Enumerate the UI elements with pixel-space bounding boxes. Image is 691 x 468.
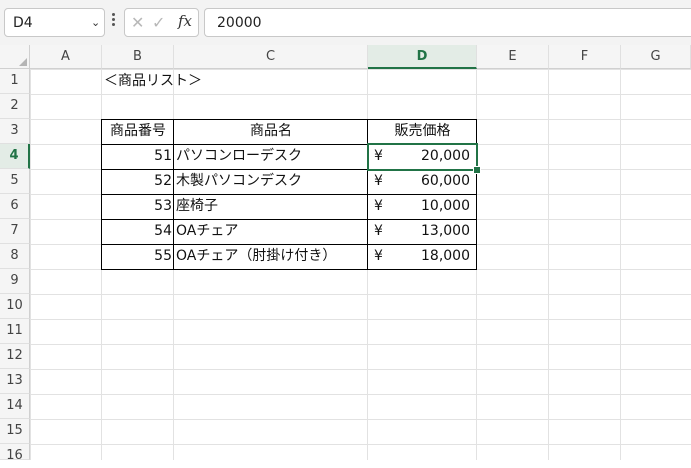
cell-price[interactable]: 10,000 — [380, 194, 470, 219]
column-header-g[interactable]: G — [621, 45, 691, 69]
formula-bar: D4 ⌄ ✕ ✓ fx 20000 — [0, 0, 691, 46]
row-header-16[interactable]: 16 — [0, 444, 30, 463]
row-header-6[interactable]: 6 — [0, 194, 30, 219]
name-box[interactable]: D4 ⌄ — [4, 8, 105, 37]
row-header-10[interactable]: 10 — [0, 294, 30, 319]
cell-name[interactable]: 座椅子 — [176, 194, 218, 219]
header-sale-price[interactable]: 販売価格 — [368, 119, 477, 144]
cell-name[interactable]: OAチェア — [176, 219, 238, 244]
row-header-11[interactable]: 11 — [0, 319, 30, 344]
more-options-icon[interactable] — [112, 13, 116, 29]
formula-controls: ✕ ✓ fx — [124, 8, 199, 37]
cell-code[interactable]: 53 — [102, 194, 172, 219]
column-header-e[interactable]: E — [477, 45, 549, 69]
cell-name[interactable]: OAチェア（肘掛け付き） — [176, 244, 336, 269]
row-header-13[interactable]: 13 — [0, 369, 30, 394]
cell-price[interactable]: 13,000 — [380, 219, 470, 244]
cell-name[interactable]: パソコンローデスク — [176, 144, 302, 169]
cancel-icon[interactable]: ✕ — [131, 13, 144, 32]
select-all-button[interactable] — [0, 45, 30, 69]
column-header-a[interactable]: A — [30, 45, 102, 69]
row-header-7[interactable]: 7 — [0, 219, 30, 244]
header-product-name[interactable]: 商品名 — [174, 119, 368, 144]
enter-icon[interactable]: ✓ — [152, 13, 165, 32]
column-header-b[interactable]: B — [102, 45, 174, 69]
row-header-9[interactable]: 9 — [0, 269, 30, 294]
column-header-f[interactable]: F — [549, 45, 621, 69]
cell-code[interactable]: 54 — [102, 219, 172, 244]
row-header-12[interactable]: 12 — [0, 344, 30, 369]
row-header-3[interactable]: 3 — [0, 119, 30, 144]
cell-name[interactable]: 木製パソコンデスク — [176, 169, 302, 194]
cell-price[interactable]: 60,000 — [380, 169, 470, 194]
insert-function-icon[interactable]: fx — [178, 12, 192, 30]
column-header-c[interactable]: C — [174, 45, 368, 69]
row-header-8[interactable]: 8 — [0, 244, 30, 269]
row-header-1[interactable]: 1 — [0, 69, 30, 94]
sheet-title[interactable]: ＜商品リスト＞ — [104, 69, 202, 94]
row-header-5[interactable]: 5 — [0, 169, 30, 194]
row-header-14[interactable]: 14 — [0, 394, 30, 419]
active-cell-selection[interactable] — [367, 143, 478, 171]
chevron-down-icon[interactable]: ⌄ — [91, 16, 100, 29]
header-product-code[interactable]: 商品番号 — [102, 119, 174, 144]
formula-input[interactable]: 20000 — [204, 8, 691, 37]
name-box-value: D4 — [13, 15, 33, 31]
row-header-15[interactable]: 15 — [0, 419, 30, 444]
row-header-2[interactable]: 2 — [0, 94, 30, 119]
cell-code[interactable]: 52 — [102, 169, 172, 194]
cell-price[interactable]: 18,000 — [380, 244, 470, 269]
formula-text: 20000 — [217, 15, 262, 31]
fill-handle[interactable] — [473, 166, 481, 174]
cell-code[interactable]: 51 — [102, 144, 172, 169]
column-header-d[interactable]: D — [368, 45, 477, 69]
cell-code[interactable]: 55 — [102, 244, 172, 269]
row-header-4[interactable]: 4 — [0, 144, 30, 169]
